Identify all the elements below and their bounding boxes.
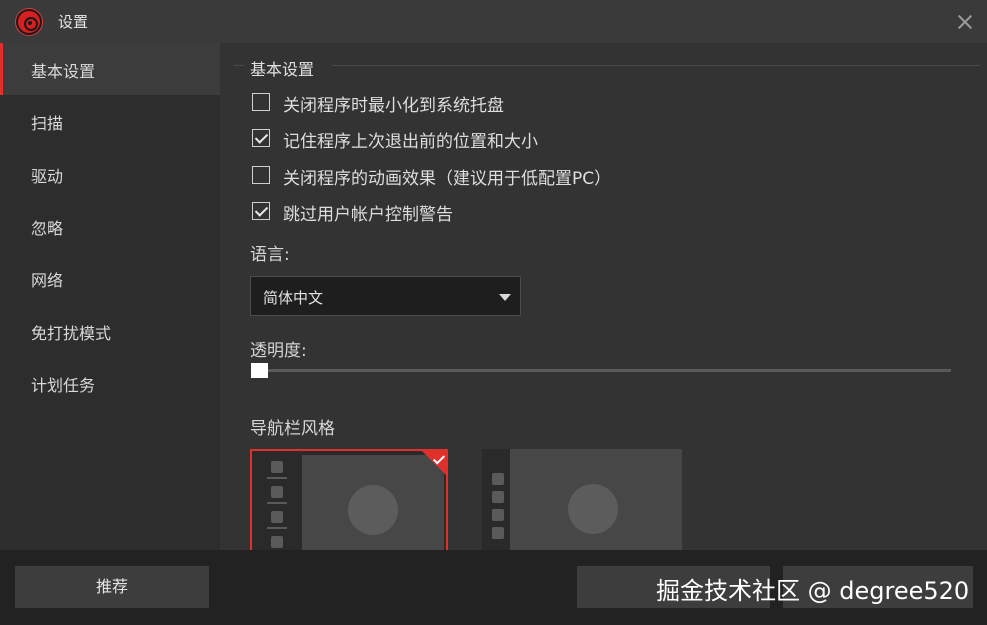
checkbox[interactable] xyxy=(252,166,270,184)
preview-icon xyxy=(271,486,283,498)
sidebar-item-scheduled-tasks[interactable]: 计划任务 xyxy=(0,357,220,409)
watermark: 掘金技术社区 @ degree520 xyxy=(656,577,970,605)
sidebar-item-do-not-disturb[interactable]: 免打扰模式 xyxy=(0,305,220,357)
preview-icon xyxy=(492,527,504,539)
preview-icon xyxy=(492,473,504,485)
recommend-button[interactable]: 推荐 xyxy=(15,566,209,608)
language-value: 简体中文 xyxy=(263,289,324,307)
title-bar: 设置 xyxy=(0,0,987,43)
sidebar-item-driver[interactable]: 驱动 xyxy=(0,148,220,200)
preview-icon xyxy=(492,509,504,521)
sidebar-item-basic-settings[interactable]: 基本设置 xyxy=(0,43,220,95)
preview-icon xyxy=(271,511,283,523)
section-divider xyxy=(234,65,244,66)
preview-circle xyxy=(568,484,618,534)
checkbox[interactable] xyxy=(252,202,270,220)
window-title: 设置 xyxy=(58,13,89,31)
slider-handle[interactable] xyxy=(251,363,268,378)
option-label: 记住程序上次退出前的位置和大小 xyxy=(283,132,538,152)
sidebar-item-label: 忽略 xyxy=(31,219,64,238)
sidebar-item-scan[interactable]: 扫描 xyxy=(0,95,220,147)
option-label: 关闭程序时最小化到系统托盘 xyxy=(283,96,504,116)
option-label: 跳过用户帐户控制警告 xyxy=(283,205,453,225)
preview-divider xyxy=(267,502,287,504)
chevron-down-icon xyxy=(499,294,511,301)
nav-style-option-1[interactable] xyxy=(250,449,448,550)
sidebar-item-label: 免打扰模式 xyxy=(31,324,112,343)
option-label: 关闭程序的动画效果（建议用于低配置PC） xyxy=(283,169,612,189)
settings-panel: 基本设置 关闭程序时最小化到系统托盘 记住程序上次退出前的位置和大小 关闭程序的… xyxy=(220,43,987,550)
sidebar-item-label: 驱动 xyxy=(31,167,64,186)
sidebar-item-label: 基本设置 xyxy=(31,62,96,81)
preview-icon xyxy=(492,491,504,503)
selected-badge xyxy=(420,449,448,477)
preview-icon xyxy=(271,461,283,473)
language-label: 语言: xyxy=(250,245,290,265)
transparency-label: 透明度: xyxy=(250,341,307,361)
sidebar: 基本设置 扫描 驱动 忽略 网络 免打扰模式 计划任务 xyxy=(0,43,220,550)
section-divider xyxy=(332,65,980,66)
sidebar-item-ignore[interactable]: 忽略 xyxy=(0,200,220,252)
transparency-slider[interactable] xyxy=(251,369,951,372)
nav-style-option-2[interactable] xyxy=(482,449,682,550)
preview-circle xyxy=(348,485,398,535)
sidebar-item-label: 扫描 xyxy=(31,114,64,133)
preview-icon xyxy=(271,536,283,548)
sidebar-item-network[interactable]: 网络 xyxy=(0,252,220,304)
close-icon[interactable] xyxy=(953,10,977,34)
nav-style-label: 导航栏风格 xyxy=(250,419,335,439)
sidebar-item-label: 计划任务 xyxy=(31,376,96,395)
language-select[interactable]: 简体中文 xyxy=(250,276,521,316)
footer-bar: 推荐 掘金技术社区 @ degree520 xyxy=(0,550,987,625)
preview-divider xyxy=(267,527,287,529)
app-logo-icon xyxy=(16,9,42,35)
checkbox[interactable] xyxy=(252,129,270,147)
sidebar-item-label: 网络 xyxy=(31,271,64,290)
section-title: 基本设置 xyxy=(250,60,315,79)
preview-divider xyxy=(267,477,287,479)
checkbox[interactable] xyxy=(252,93,270,111)
